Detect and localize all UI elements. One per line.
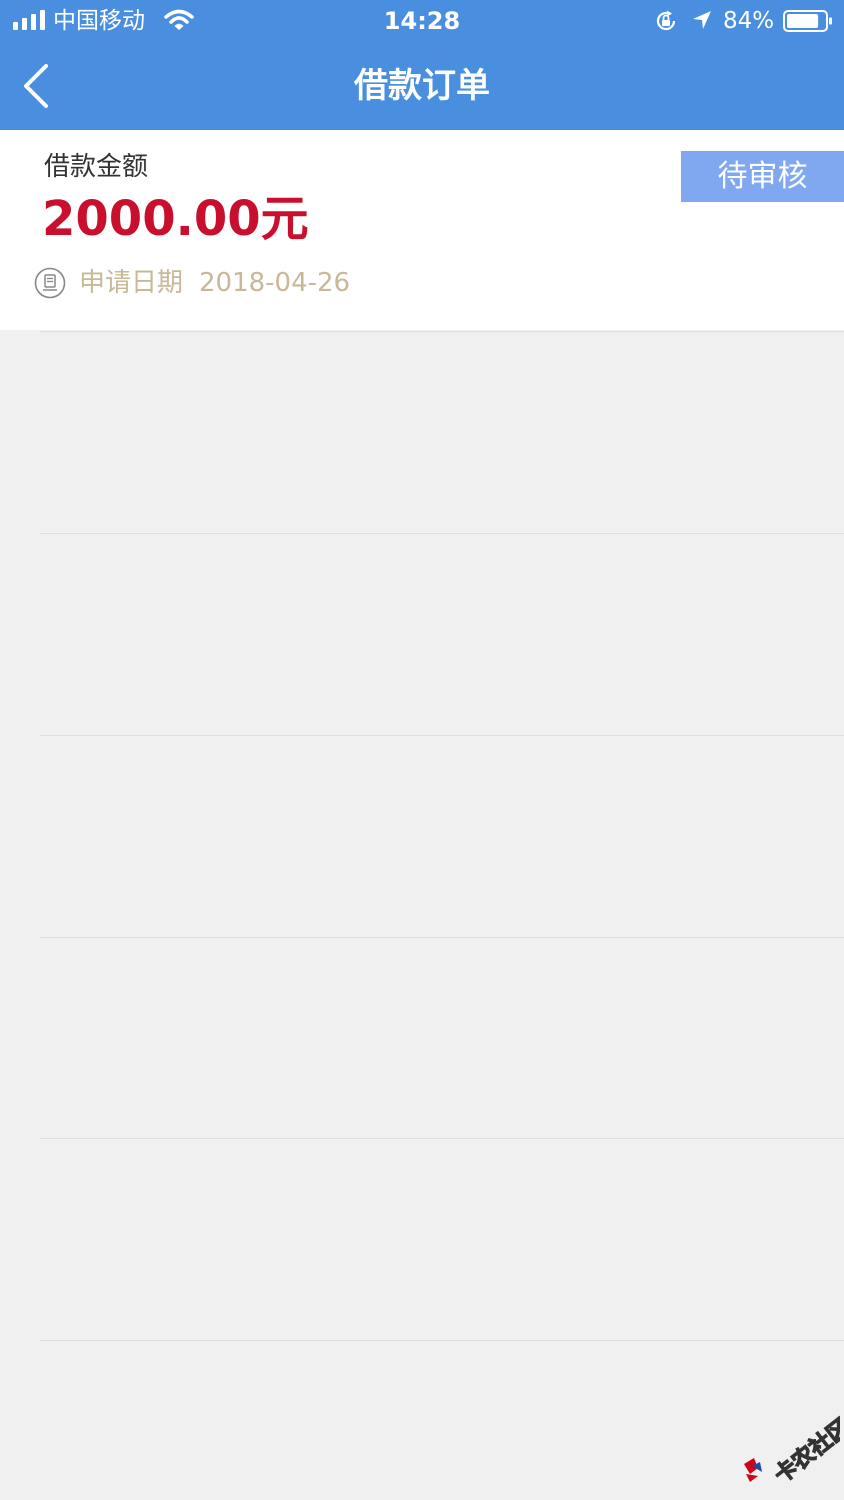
date-label: 申请日期	[79, 268, 184, 298]
document-icon	[34, 267, 66, 299]
list-divider	[40, 533, 844, 534]
watermark-text: 卡农社区	[770, 1414, 840, 1488]
status-badge: 待审核	[681, 151, 844, 202]
list-divider	[40, 1340, 844, 1341]
date-value: 2018-04-26	[199, 268, 351, 298]
status-bar: 中国移动 14:28 84%	[0, 0, 844, 42]
battery-percent: 84%	[723, 8, 775, 34]
nav-bar: 借款订单	[0, 42, 844, 130]
location-arrow-icon	[693, 11, 711, 29]
list-divider	[40, 331, 844, 332]
rotation-lock-icon	[656, 10, 676, 31]
page-title: 借款订单	[354, 66, 490, 106]
list-divider	[40, 735, 844, 736]
watermark-logo: 卡农社区	[744, 1413, 840, 1488]
list-divider	[40, 1138, 844, 1139]
battery-icon	[783, 10, 832, 32]
status-time: 14:28	[383, 7, 461, 35]
amount-value: 2000.00元	[42, 191, 309, 247]
loan-order-card[interactable]: 借款金额 2000.00元 待审核 申请日期 2018-04-26	[0, 130, 844, 330]
amount-label: 借款金额	[44, 152, 149, 182]
list-divider	[40, 937, 844, 938]
app-header: 中国移动 14:28 84% 借款订单	[0, 0, 844, 130]
